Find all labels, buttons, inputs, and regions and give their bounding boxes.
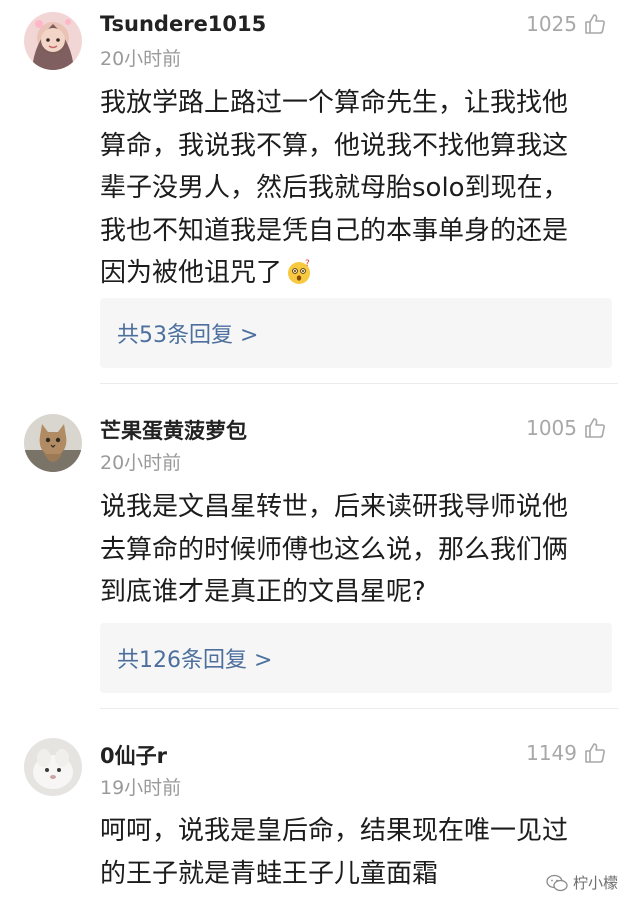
- avatar-pet-icon: [24, 738, 82, 796]
- like-count: 1149: [526, 741, 577, 765]
- comment-line: 辈子没男人，然后我就母胎solo到现在，: [100, 173, 569, 203]
- like-button[interactable]: 1149: [526, 741, 607, 765]
- divider: [100, 708, 618, 709]
- comment-line-last: 因为被他诅咒了?: [100, 252, 610, 295]
- user-avatar[interactable]: [24, 414, 82, 472]
- username[interactable]: 芒果蛋黄菠萝包: [100, 415, 247, 445]
- thumbs-up-icon: [585, 418, 605, 438]
- avatar-cat-icon: [24, 414, 82, 472]
- username[interactable]: Tsundere1015: [100, 12, 266, 36]
- comment-line: 到底谁才是真正的文昌星呢?: [100, 577, 426, 607]
- timestamp: 19小时前: [100, 777, 182, 799]
- like-count: 1025: [526, 12, 577, 36]
- comment-line: 去算命的时候师傅也这么说，那么我们俩: [100, 534, 569, 565]
- like-count: 1005: [526, 416, 577, 440]
- comment-line-text: 因为被他诅咒了: [100, 258, 283, 288]
- comment-body: 我放学路上路过一个算命先生，让我找他 算命，我说我不算，他说我不找他算我这 辈子…: [100, 82, 610, 295]
- comment-line: 我也不知道我是凭自己的本事单身的还是: [100, 215, 569, 246]
- username[interactable]: 0仙子r: [100, 740, 167, 770]
- comment-body: 说我是文昌星转世，后来读研我导师说他 去算命的时候师傅也这么说，那么我们俩 到底…: [100, 486, 610, 614]
- like-button[interactable]: 1005: [526, 416, 607, 440]
- comment-line: 我放学路上路过一个算命先生，让我找他: [100, 88, 569, 118]
- watermark-text: 柠小檬: [572, 874, 618, 892]
- like-button[interactable]: 1025: [526, 12, 607, 36]
- comment-line: 呵呵，说我是皇后命，结果现在唯一见过: [100, 816, 569, 846]
- comment-line: 算命，我说我不算，他说我不找他算我这: [100, 130, 569, 161]
- avatar-girl-icon: [24, 12, 82, 70]
- user-avatar[interactable]: [24, 738, 82, 796]
- svg-text:?: ?: [305, 259, 310, 269]
- watermark: 柠小檬: [546, 872, 618, 893]
- comment-body: 呵呵，说我是皇后命，结果现在唯一见过 的王子就是青蛙王子儿童面霜: [100, 810, 610, 895]
- timestamp: 20小时前: [100, 48, 182, 70]
- timestamp: 20小时前: [100, 452, 182, 474]
- user-avatar[interactable]: [24, 12, 82, 70]
- view-replies-button[interactable]: 共53条回复 >: [100, 298, 612, 368]
- comment-line: 说我是文昌星转世，后来读研我导师说他: [100, 492, 569, 522]
- astonished-face-icon: ?: [288, 259, 311, 284]
- comment-line: 的王子就是青蛙王子儿童面霜: [100, 858, 439, 889]
- thumbs-up-icon: [585, 14, 605, 34]
- divider: [100, 383, 618, 384]
- view-replies-button[interactable]: 共126条回复 >: [100, 623, 612, 693]
- thumbs-up-icon: [585, 743, 605, 763]
- wechat-icon: [546, 874, 568, 891]
